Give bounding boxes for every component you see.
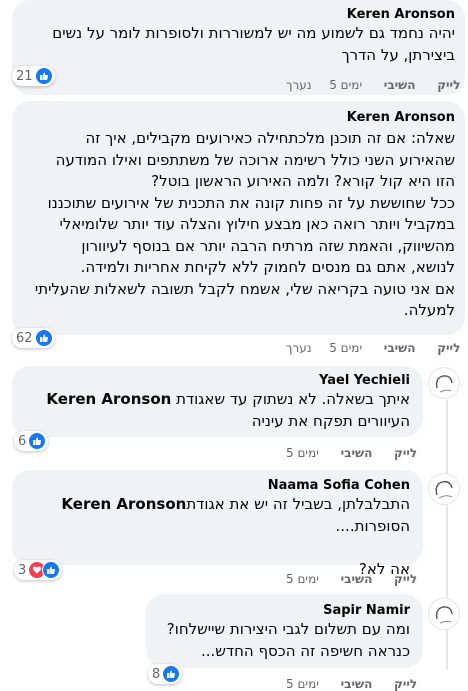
comment-bubble: Yael Yechieli איתך בשאלה. לא נשתוק עד שא… bbox=[12, 366, 423, 437]
reply-button[interactable]: השיבי bbox=[341, 446, 373, 460]
comment-actions: נערך 5 ימים השיבי לייק bbox=[286, 341, 460, 355]
comment-text-line: למעלה. bbox=[403, 301, 455, 319]
comment-text-line: יהיה נחמד גם לשמוע מה יש למשוררות ולסופר… bbox=[52, 24, 455, 42]
comment-author[interactable]: Yael Yechieli bbox=[319, 373, 410, 388]
comment-text-line: העיוורים תפקח את עיניה bbox=[251, 411, 410, 430]
reply-button[interactable]: השיבי bbox=[341, 677, 373, 691]
comment-text-line: שאלה: אם זה תוכנן מלכתחילה כאירועים מקבי… bbox=[85, 129, 455, 147]
avatar-icon bbox=[435, 480, 453, 499]
avatar[interactable] bbox=[428, 598, 460, 630]
reply-button[interactable]: השיבי bbox=[341, 572, 373, 586]
comment-text-line: אם אני טועה בקריאה שלי, אשמח לקבל תשובה … bbox=[34, 279, 455, 298]
mention-link[interactable]: Keren Aronson bbox=[61, 495, 186, 513]
like-button[interactable]: לייק bbox=[394, 572, 417, 586]
comment-time[interactable]: 5 ימים bbox=[329, 341, 362, 355]
comment-text: התבלבלתן, בשביל זה יש את אגודתKeren Aron… bbox=[61, 494, 410, 580]
comment-text-line: איתך בשאלה. לא נשתוק עד שאגודת Keren Aro… bbox=[46, 390, 410, 408]
comment-text: יהיה נחמד גם לשמוע מה יש למשוררות ולסופר… bbox=[52, 23, 455, 66]
comment-time[interactable]: 5 ימים bbox=[286, 572, 319, 586]
comment-text-line: ככל שחוששת על זה פחות קונה את התכנית של … bbox=[47, 193, 455, 212]
like-reaction-icon bbox=[34, 67, 53, 85]
comment-author[interactable]: Keren Aronson bbox=[347, 110, 455, 125]
comment-actions: נערך 5 ימים השיבי לייק bbox=[286, 78, 460, 92]
like-button[interactable]: לייק bbox=[437, 78, 460, 92]
reply-button[interactable]: השיבי bbox=[384, 341, 416, 355]
comment-actions: 5 ימים השיבי לייק bbox=[286, 677, 417, 691]
comment-text-line: ומה עם תשלום לגבי היצירות שיישלחו? bbox=[166, 620, 410, 638]
reaction-summary[interactable]: 3 bbox=[14, 560, 63, 580]
reaction-count: 3 bbox=[18, 562, 27, 578]
comment-time[interactable]: 5 ימים bbox=[286, 446, 319, 460]
avatar-icon bbox=[435, 375, 453, 393]
comment-text-line: ביצירתן, על הדרך bbox=[341, 45, 455, 64]
comment-text-line: הסופרות.... bbox=[335, 516, 410, 535]
comment-text: שאלה: אם זה תוכנן מלכתחילה כאירועים מקבי… bbox=[35, 128, 455, 322]
comment-actions: 5 ימים השיבי לייק bbox=[286, 446, 417, 460]
edited-label: נערך bbox=[286, 78, 312, 92]
reaction-count: 8 bbox=[152, 666, 161, 682]
comment-bubble: Naama Sofia Cohen התבלבלתן, בשביל זה יש … bbox=[12, 470, 423, 578]
like-button[interactable]: לייק bbox=[394, 446, 417, 460]
reaction-count: 6 bbox=[18, 433, 27, 449]
reply-button[interactable]: השיבי bbox=[384, 78, 416, 92]
comment-text-line: לנושא, אתם גם מנסים לחמוק ללא לקיחת אחרי… bbox=[80, 258, 455, 276]
comment-actions: 5 ימים השיבי לייק bbox=[286, 572, 417, 586]
comment-text: איתך בשאלה. לא נשתוק עד שאגודת Keren Aro… bbox=[46, 389, 410, 432]
comment-text-line: מהשיווק, והאמת שזה מרתיח הרבה יותר אם בנ… bbox=[81, 236, 455, 255]
like-reaction-icon bbox=[28, 432, 47, 450]
comment-time[interactable]: 5 ימים bbox=[286, 677, 319, 691]
reaction-summary[interactable]: 8 bbox=[148, 664, 183, 684]
comment-bubble: Sapir Namir ומה עם תשלום לגבי היצירות שי… bbox=[146, 594, 423, 668]
comment-author[interactable]: Naama Sofia Cohen bbox=[268, 478, 410, 493]
avatar[interactable] bbox=[428, 367, 460, 399]
like-reaction-icon bbox=[162, 665, 181, 683]
comment-text-line: שהאירוע השני כולל רשימה ארוכה של משתתפים… bbox=[55, 150, 455, 169]
avatar[interactable] bbox=[428, 473, 460, 505]
reaction-summary[interactable]: 21 bbox=[12, 66, 55, 86]
like-button[interactable]: לייק bbox=[394, 677, 417, 691]
reaction-summary[interactable]: 6 bbox=[14, 431, 49, 451]
comment-author[interactable]: Sapir Namir bbox=[323, 603, 410, 618]
mention-link[interactable]: Keren Aronson bbox=[46, 390, 171, 408]
comment-author[interactable]: Keren Aronson bbox=[347, 7, 455, 22]
comment-text-line: התבלבלתן, בשביל זה יש את אגודתKeren Aron… bbox=[61, 495, 410, 513]
comment-time[interactable]: 5 ימים bbox=[329, 78, 362, 92]
comment-bubble: Keren Aronson שאלה: אם זה תוכנן מלכתחילה… bbox=[12, 101, 465, 335]
like-reaction-icon bbox=[34, 329, 53, 347]
reaction-summary[interactable]: 62 bbox=[12, 328, 55, 348]
avatar-icon bbox=[435, 606, 453, 624]
comment-text-line: במקביל ויותר רואה כאן מבצע חילוץ והצלה ע… bbox=[59, 215, 456, 233]
like-reaction-icon bbox=[42, 561, 61, 579]
reaction-count: 62 bbox=[16, 330, 33, 346]
comment-text: ומה עם תשלום לגבי היצירות שיישלחו? כנראה… bbox=[167, 619, 410, 662]
comment-text-line: הזו היא קול קורא? ולמה האירוע הראשון בוט… bbox=[151, 172, 455, 190]
comment-text-line: כנראה חשיפה זה הכסף החדש... bbox=[200, 641, 410, 660]
edited-label: נערך bbox=[286, 341, 312, 355]
comment-text-line bbox=[61, 537, 410, 559]
like-button[interactable]: לייק bbox=[437, 341, 460, 355]
reaction-count: 21 bbox=[16, 68, 33, 84]
